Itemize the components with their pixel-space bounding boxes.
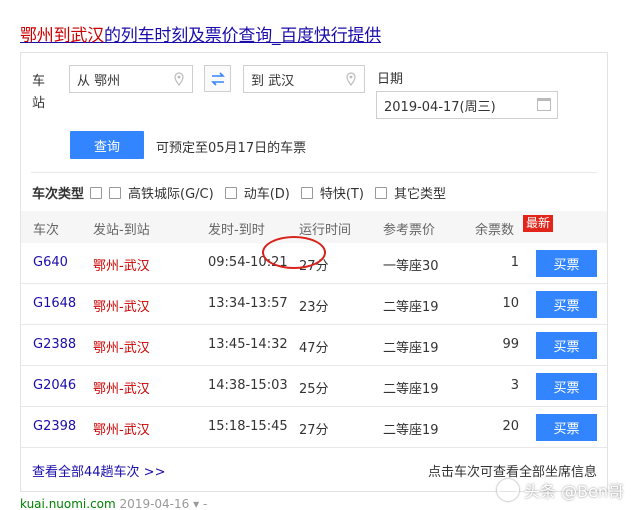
date-label: 日期 — [377, 72, 404, 87]
header-tickets-left: 余票数 — [475, 223, 515, 238]
table-row: G2388 鄂州-武汉 13:45-14:32 47分 二等座19 99 买票 — [21, 325, 607, 366]
source-url[interactable]: kuai.nuomi.com — [20, 497, 116, 510]
calendar-icon[interactable] — [537, 98, 551, 111]
filter-other[interactable]: 其它类型 — [374, 183, 446, 202]
location-pin-icon — [346, 72, 356, 86]
tickets-left-text: 10 — [502, 296, 519, 311]
route-text: 鄂州-武汉 — [93, 341, 150, 356]
filter-gc[interactable]: 高铁城际(G/C) — [109, 183, 214, 202]
filter-t[interactable]: 特快(T) — [300, 183, 364, 202]
source-date: 2019-04-16 — [119, 497, 190, 510]
checkbox[interactable] — [300, 186, 313, 199]
swap-arrows-icon — [210, 71, 225, 86]
presale-note: 可预定至05月17日的车票 — [156, 141, 307, 156]
tickets-left-text: 1 — [510, 255, 519, 270]
filter-label: 特快(T) — [319, 187, 364, 202]
checkbox[interactable] — [374, 186, 387, 199]
header-time: 发时-到时 — [208, 223, 265, 238]
buy-ticket-button[interactable]: 买票 — [536, 332, 597, 359]
route-text: 鄂州-武汉 — [93, 423, 150, 438]
table-row: G2398 鄂州-武汉 15:18-15:45 27分 二等座19 20 买票 — [21, 407, 607, 448]
filter-label: 其它类型 — [393, 187, 446, 202]
source-menu-arrow[interactable]: ▾ - — [193, 497, 207, 510]
train-query-card: 车站 从 鄂州 到 武汉 日期 2019-04-17(周三) 查询 可预定至05… — [20, 52, 608, 492]
tickets-left-text: 20 — [502, 419, 519, 434]
route-text: 鄂州-武汉 — [93, 300, 150, 315]
duration-text: 27分 — [299, 423, 329, 438]
route-text: 鄂州-武汉 — [93, 382, 150, 397]
filter-label: 高铁城际(G/C) — [128, 187, 214, 202]
header-duration: 运行时间 — [299, 223, 352, 238]
new-badge: 最新 — [523, 215, 554, 232]
view-all-trains-link[interactable]: 查看全部44趟车次 >> — [32, 461, 165, 480]
checkbox[interactable] — [109, 186, 122, 199]
to-station-value: 到 武汉 — [251, 73, 295, 89]
train-type-label: 车次类型 — [32, 187, 85, 202]
source-url-line: kuai.nuomi.com 2019-04-16 ▾ - — [20, 497, 207, 510]
train-number-link[interactable]: G640 — [33, 255, 68, 270]
watermark-text: 头条 @Ben哥 — [524, 482, 625, 501]
title-highlight: 鄂州到武汉 — [20, 26, 104, 46]
train-type-filters: 车次类型 高铁城际(G/C) 动车(D) 特快(T) 其它类型 — [32, 183, 457, 202]
checkbox[interactable] — [224, 186, 237, 199]
title-rest: 的列车时刻及票价查询_百度快行提供 — [104, 26, 382, 46]
header-train: 车次 — [33, 223, 60, 238]
tickets-left-text: 99 — [502, 337, 519, 352]
divider — [31, 172, 597, 173]
price-text: 一等座30 — [383, 259, 439, 274]
filter-d[interactable]: 动车(D) — [224, 183, 290, 202]
time-text: 13:45-14:32 — [208, 337, 288, 352]
result-title-link[interactable]: 鄂州到武汉的列车时刻及票价查询_百度快行提供 — [20, 21, 381, 46]
to-station-input[interactable]: 到 武汉 — [243, 65, 365, 93]
header-price: 参考票价 — [383, 223, 436, 238]
duration-text: 23分 — [299, 300, 329, 315]
date-picker-input[interactable]: 2019-04-17(周三) — [376, 91, 558, 119]
station-label: 车站 — [32, 74, 46, 111]
train-number-link[interactable]: G2398 — [33, 419, 76, 434]
buy-ticket-button[interactable]: 买票 — [536, 373, 597, 400]
from-station-value: 从 鄂州 — [77, 73, 121, 89]
date-value: 2019-04-17(周三) — [384, 99, 496, 115]
price-text: 二等座19 — [383, 300, 439, 315]
buy-ticket-button[interactable]: 买票 — [536, 291, 597, 318]
location-pin-icon — [174, 72, 184, 86]
time-text: 14:38-15:03 — [208, 378, 288, 393]
checkbox-all-types[interactable] — [90, 186, 103, 199]
price-text: 二等座19 — [383, 341, 439, 356]
from-station-input[interactable]: 从 鄂州 — [69, 65, 193, 93]
annotation-circle — [262, 236, 326, 269]
header-route: 发站-到站 — [93, 223, 150, 238]
query-button[interactable]: 查询 — [70, 131, 144, 159]
table-header: 车次 发站-到站 发时-到时 运行时间 参考票价 余票数 最新 — [21, 211, 607, 243]
route-text: 鄂州-武汉 — [93, 259, 150, 274]
train-number-link[interactable]: G1648 — [33, 296, 76, 311]
price-text: 二等座19 — [383, 423, 439, 438]
duration-text: 47分 — [299, 341, 329, 356]
buy-ticket-button[interactable]: 买票 — [536, 414, 597, 441]
tickets-left-text: 3 — [510, 378, 519, 393]
time-text: 13:34-13:57 — [208, 296, 288, 311]
time-text: 15:18-15:45 — [208, 419, 288, 434]
table-row: G2046 鄂州-武汉 14:38-15:03 25分 二等座19 3 买票 — [21, 366, 607, 407]
buy-ticket-button[interactable]: 买票 — [536, 250, 597, 277]
train-number-link[interactable]: G2046 — [33, 378, 76, 393]
duration-text: 25分 — [299, 382, 329, 397]
watermark: 头条 @Ben哥 — [497, 478, 624, 502]
price-text: 二等座19 — [383, 382, 439, 397]
train-number-link[interactable]: G2388 — [33, 337, 76, 352]
table-row: G1648 鄂州-武汉 13:34-13:57 23分 二等座19 10 买票 — [21, 284, 607, 325]
watermark-logo-icon — [497, 479, 519, 501]
filter-label: 动车(D) — [243, 187, 290, 202]
swap-stations-button[interactable] — [204, 65, 231, 92]
